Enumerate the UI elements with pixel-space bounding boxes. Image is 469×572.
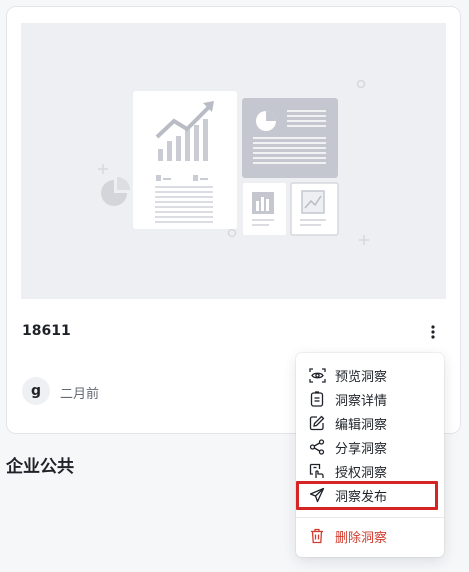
section-title: 企业公共: [6, 457, 74, 477]
menu-item-share[interactable]: 分享洞察: [296, 435, 444, 459]
avatar: g: [22, 377, 50, 405]
menu-item-publish[interactable]: 洞察发布: [296, 483, 444, 507]
menu-item-delete[interactable]: 删除洞察: [296, 524, 444, 548]
menu-item-label: 分享洞察: [335, 441, 388, 457]
send-icon: [308, 486, 326, 504]
menu-item-authorize[interactable]: 授权洞察: [296, 459, 444, 483]
eye-icon: [308, 366, 326, 384]
more-options-button[interactable]: [423, 321, 443, 343]
updated-time: 二月前: [60, 387, 100, 402]
menu-item-edit[interactable]: 编辑洞察: [296, 411, 444, 435]
menu-item-label: 洞察详情: [335, 393, 388, 409]
menu-item-details[interactable]: 洞察详情: [296, 387, 444, 411]
menu-item-label: 预览洞察: [335, 369, 388, 385]
menu-item-preview[interactable]: 预览洞察: [296, 363, 444, 387]
insight-thumbnail[interactable]: [21, 23, 446, 299]
menu-item-label: 删除洞察: [335, 530, 388, 546]
authorize-icon: [308, 462, 326, 480]
menu-divider: [296, 517, 444, 518]
share-icon: [308, 438, 326, 456]
document-icon: [308, 390, 326, 408]
menu-item-label: 洞察发布: [335, 489, 388, 505]
placeholder-illustration: [98, 79, 369, 245]
menu-item-label: 编辑洞察: [335, 417, 388, 433]
trash-icon: [308, 527, 326, 545]
insight-title[interactable]: 18611: [22, 323, 71, 339]
menu-item-label: 授权洞察: [335, 465, 388, 481]
context-menu: 预览洞察 洞察详情 编辑洞察 分享洞察 授权洞察 洞察发布 删除洞察: [296, 353, 444, 557]
more-vertical-icon: [431, 325, 435, 339]
edit-icon: [308, 414, 326, 432]
